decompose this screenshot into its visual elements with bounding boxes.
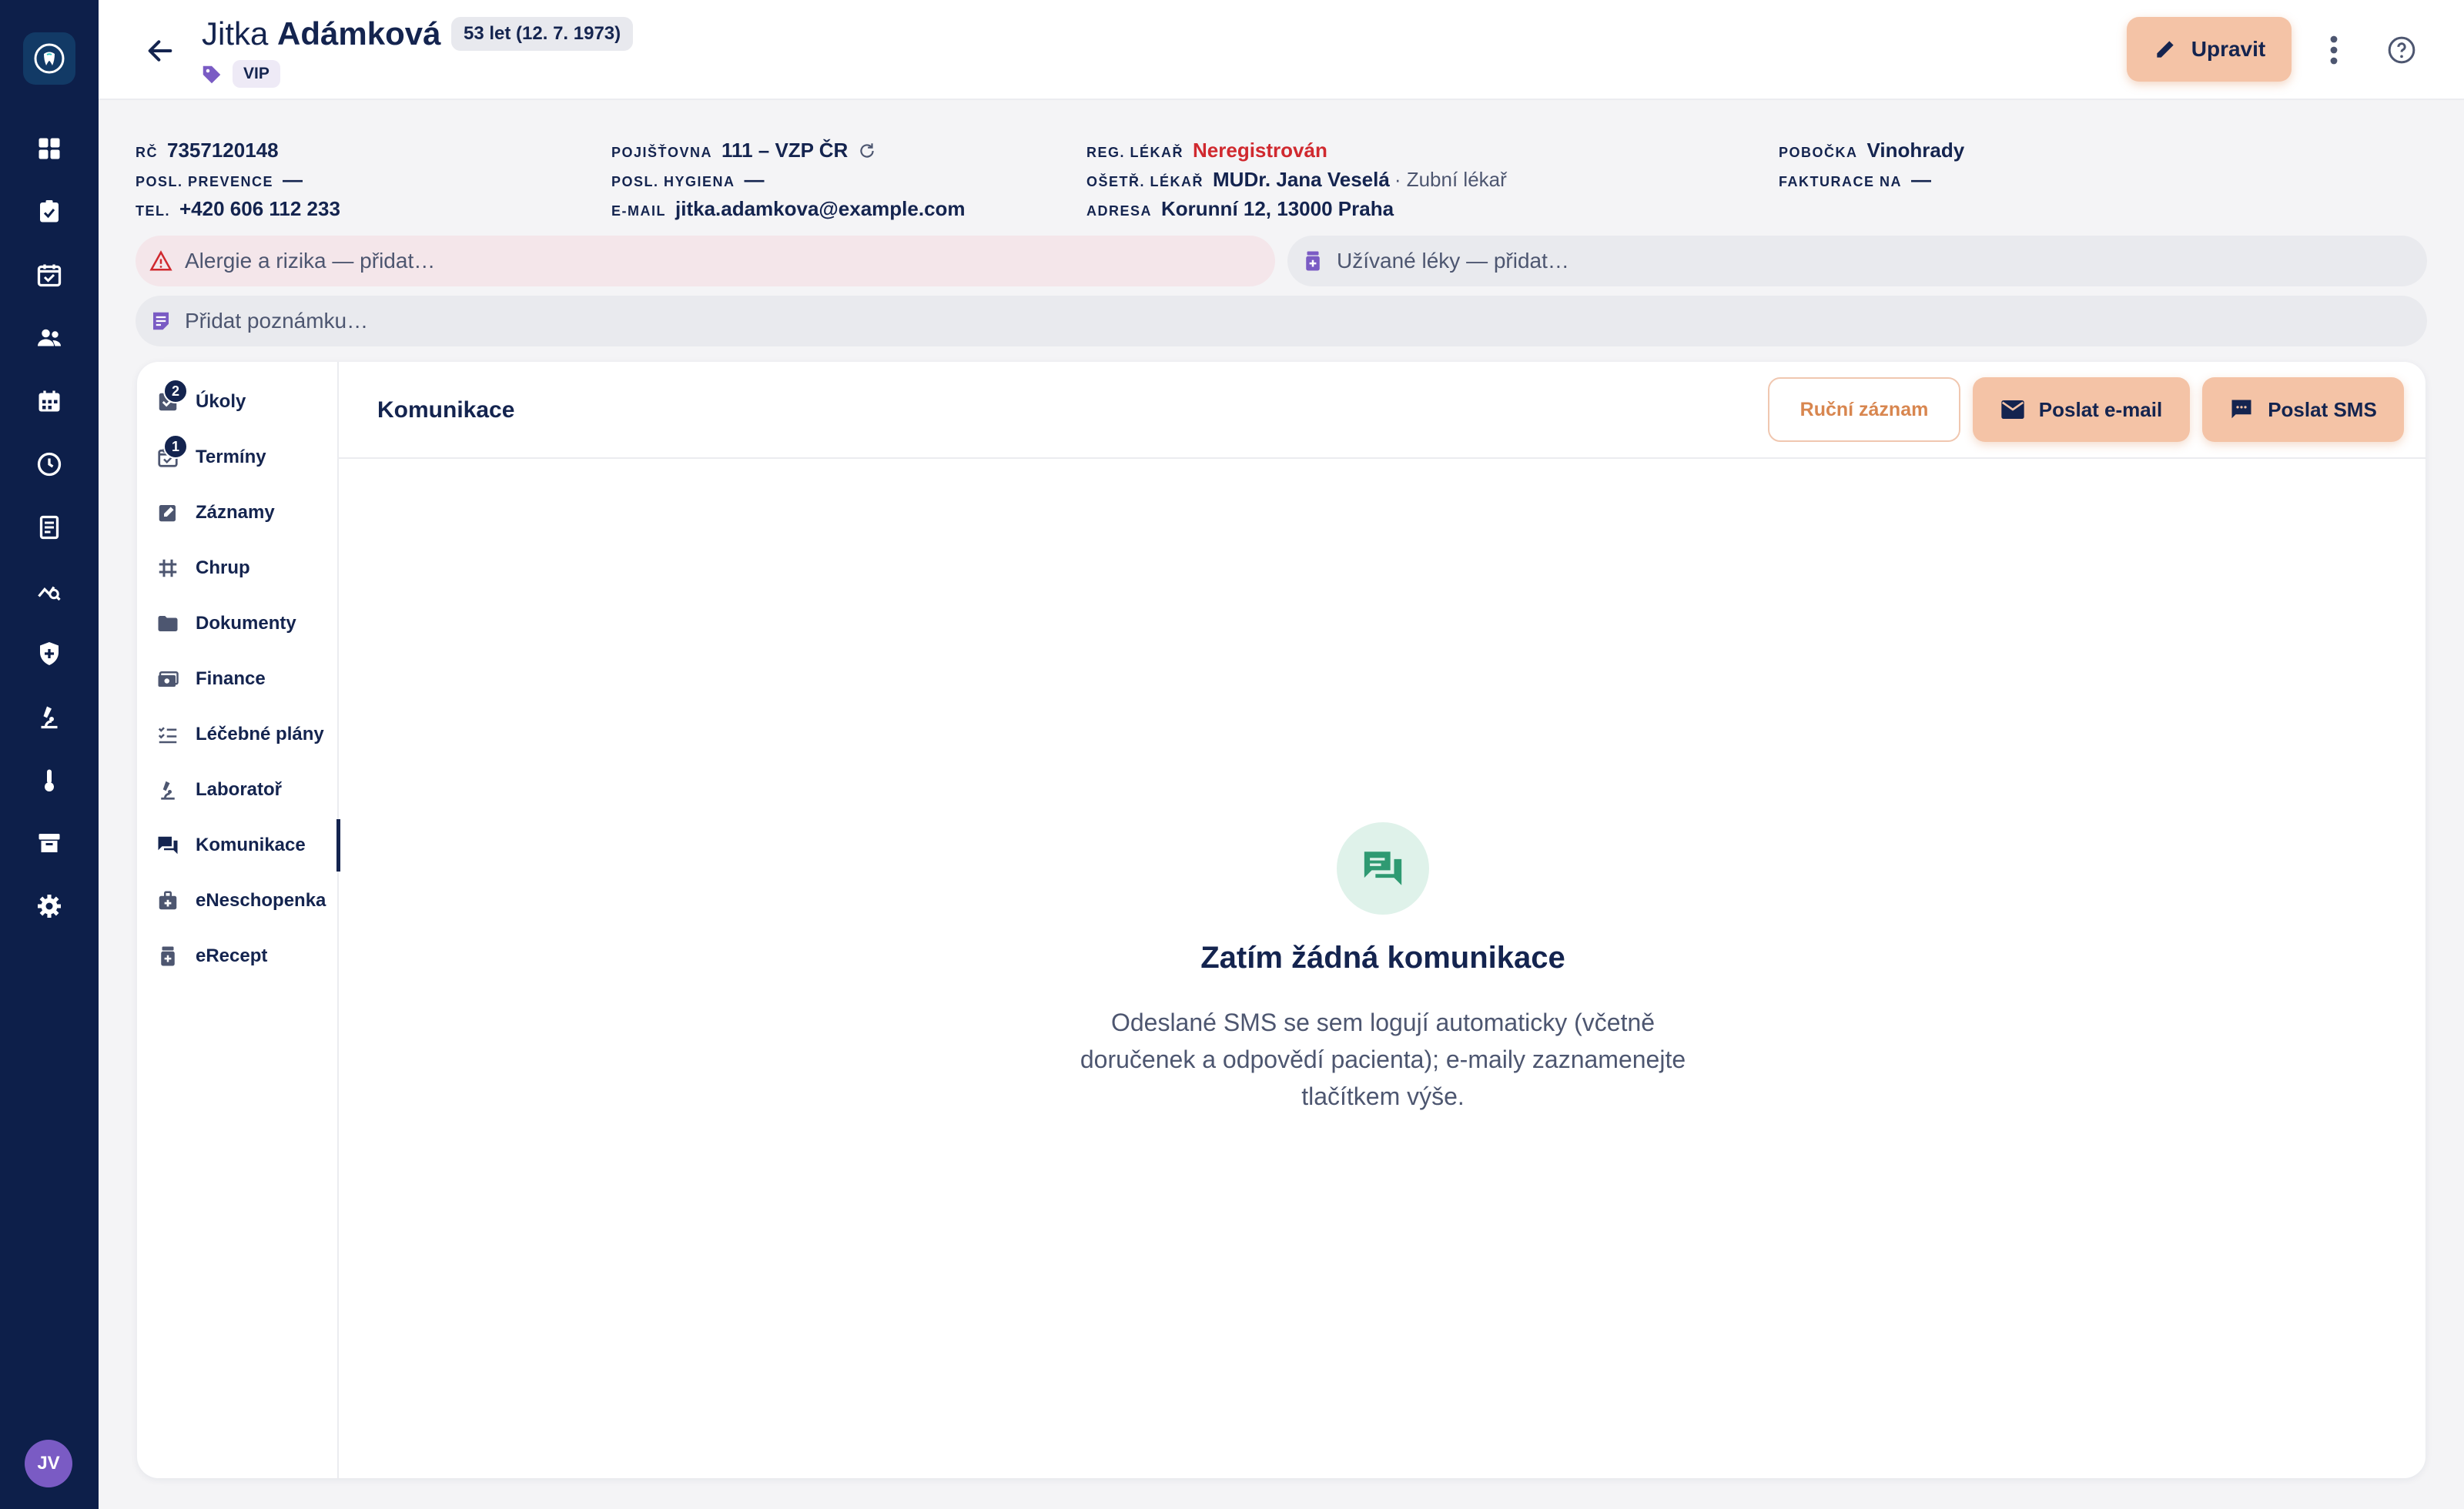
pobocka-value: Vinohrady <box>1866 139 1965 162</box>
medical-bag-icon <box>154 887 182 915</box>
allergies-add-bar[interactable]: Alergie a rizika — přidat… <box>136 236 1275 286</box>
subnav-item-finance[interactable]: Finance <box>154 656 339 702</box>
mail-icon <box>2001 400 2024 419</box>
note-placeholder: Přidat poznámku… <box>185 309 369 333</box>
fakturace-value: — <box>1911 168 1931 191</box>
prevence-value: — <box>283 168 303 191</box>
clock-icon[interactable] <box>26 441 72 487</box>
subnav-item-ukoly[interactable]: 2 Úkoly <box>154 379 339 425</box>
adresa-field: ADRESA Korunní 12, 13000 Praha <box>1086 197 1394 220</box>
patients-icon[interactable] <box>26 315 72 361</box>
microscope-icon <box>154 776 182 804</box>
subnav-item-zaznamy[interactable]: Záznamy <box>154 490 339 536</box>
help-icon[interactable] <box>2382 31 2421 69</box>
adresa-value: Korunní 12, 13000 Praha <box>1161 197 1394 220</box>
terminy-count-badge: 1 <box>163 434 188 459</box>
subnav-item-erecept[interactable]: eRecept <box>154 933 339 979</box>
warning-icon <box>149 250 172 271</box>
more-options-icon[interactable] <box>2316 31 2352 69</box>
prevence-field: POSL. PREVENCE — <box>136 168 303 191</box>
subnav-item-chrup[interactable]: Chrup <box>154 545 339 591</box>
patient-name: Jitka Adámková <box>202 15 440 52</box>
ukoly-count-badge: 2 <box>163 379 188 403</box>
note-add-bar[interactable]: Přidat poznámku… <box>136 296 2427 346</box>
grid-icon <box>154 554 182 582</box>
folder-icon <box>154 610 182 637</box>
empty-state-description: Odeslané SMS se sem logují automaticky (… <box>1080 1009 1686 1110</box>
tasks-icon[interactable] <box>26 189 72 235</box>
send-sms-button[interactable]: Poslat SMS <box>2202 377 2404 442</box>
oset-lekar-value: MUDr. Jana Veselá <box>1213 168 1390 191</box>
oset-lekar-role: · Zubní lékař <box>1394 168 1507 191</box>
pojistovna-value: 111 – VZP ČR <box>721 139 849 162</box>
patient-first-name: Jitka <box>202 15 269 52</box>
edit-note-icon <box>154 499 182 527</box>
medication-icon <box>154 942 182 970</box>
medications-add-bar[interactable]: Užívané léky — přidat… <box>1287 236 2427 286</box>
calendar-check-icon[interactable] <box>26 252 72 298</box>
oset-lekar-field: OŠETŘ. LÉKAŘ MUDr. Jana Veselá · Zubní l… <box>1086 168 1507 191</box>
app-shell: JV Jitka Adámková 53 let (12. 7. 1973) V… <box>0 0 2464 1509</box>
hygiena-value: — <box>744 168 765 191</box>
back-arrow-icon[interactable] <box>137 28 183 74</box>
calendar-icon[interactable] <box>26 378 72 424</box>
pojistovna-field: POJIŠŤOVNA 111 – VZP ČR <box>611 139 877 162</box>
hygiena-field: POSL. HYGIENA — <box>611 168 765 191</box>
patient-header: Jitka Adámková 53 let (12. 7. 1973) VIP … <box>99 0 2464 100</box>
email-value[interactable]: jitka.adamkova@example.com <box>675 197 966 221</box>
task-check-icon: 2 <box>154 379 188 416</box>
refresh-icon[interactable] <box>857 141 877 161</box>
age-badge: 53 let (12. 7. 1973) <box>451 17 634 51</box>
manual-record-button[interactable]: Ruční záznam <box>1768 377 1960 442</box>
tag-icon <box>200 63 223 90</box>
note-icon <box>153 312 169 330</box>
analytics-icon[interactable] <box>26 567 72 614</box>
calendar-check-icon: 1 <box>154 434 188 471</box>
pobocka-field: POBOČKA Vinohrady <box>1779 139 1965 162</box>
microscope-icon[interactable] <box>26 694 72 740</box>
allergies-placeholder: Alergie a rizika — přidat… <box>185 249 436 273</box>
money-icon <box>154 665 182 693</box>
thermometer-icon[interactable] <box>26 757 72 803</box>
rc-field: RČ 7357120148 <box>136 139 279 162</box>
fakturace-field: FAKTURACE NA — <box>1779 168 1931 191</box>
edit-button[interactable]: Upravit <box>2127 17 2292 82</box>
sms-icon <box>2231 400 2251 419</box>
empty-state-title: Zatím žádná komunikace <box>1200 941 1565 975</box>
tel-value[interactable]: +420 606 112 233 <box>179 197 340 221</box>
settings-icon[interactable] <box>26 883 72 929</box>
archive-icon[interactable] <box>26 820 72 866</box>
dashboard-icon[interactable] <box>26 125 72 172</box>
content-header: Komunikace Ruční záznam Poslat e-mail Po… <box>339 362 2426 459</box>
medication-icon <box>1306 251 1320 271</box>
medications-placeholder: Užívané léky — přidat… <box>1337 249 1569 273</box>
tooth-logo-icon[interactable] <box>23 32 75 85</box>
tel-field: TEL. +420 606 112 233 <box>136 197 340 221</box>
main-sidebar: JV <box>0 0 99 1509</box>
email-field: E-MAIL jitka.adamkova@example.com <box>611 197 966 221</box>
content-title: Komunikace <box>377 397 515 423</box>
vip-tag[interactable]: VIP <box>233 60 280 88</box>
reg-lekar-value: Neregistrován <box>1193 139 1327 162</box>
documents-icon[interactable] <box>26 504 72 550</box>
reg-lekar-field: REG. LÉKAŘ Neregistrován <box>1086 139 1327 162</box>
subnav-item-eneschopenka[interactable]: eNeschopenka <box>154 878 339 924</box>
checklist-icon <box>154 721 182 748</box>
subnav-item-komunikace[interactable]: Komunikace <box>154 819 340 872</box>
edit-button-label: Upravit <box>2191 37 2266 61</box>
patient-detail-card: 2 Úkoly 1 Termíny Záznamy Chrup Dokument… <box>137 362 2426 1478</box>
pencil-icon <box>2157 41 2174 58</box>
shield-icon[interactable] <box>26 631 72 677</box>
patient-subnav: 2 Úkoly 1 Termíny Záznamy Chrup Dokument… <box>137 362 340 1478</box>
subnav-item-lecebne-plany[interactable]: Léčebné plány <box>154 711 339 758</box>
chat-icon <box>154 831 182 859</box>
subnav-item-dokumenty[interactable]: Dokumenty <box>154 601 339 647</box>
patient-last-name: Adámková <box>277 15 441 52</box>
user-avatar[interactable]: JV <box>25 1440 72 1487</box>
send-email-button[interactable]: Poslat e-mail <box>1973 377 2190 442</box>
subnav-item-terminy[interactable]: 1 Termíny <box>154 434 339 480</box>
rc-value: 7357120148 <box>167 139 279 162</box>
chat-bubbles-icon <box>1337 822 1429 915</box>
subnav-item-laborator[interactable]: Laboratoř <box>154 767 339 813</box>
